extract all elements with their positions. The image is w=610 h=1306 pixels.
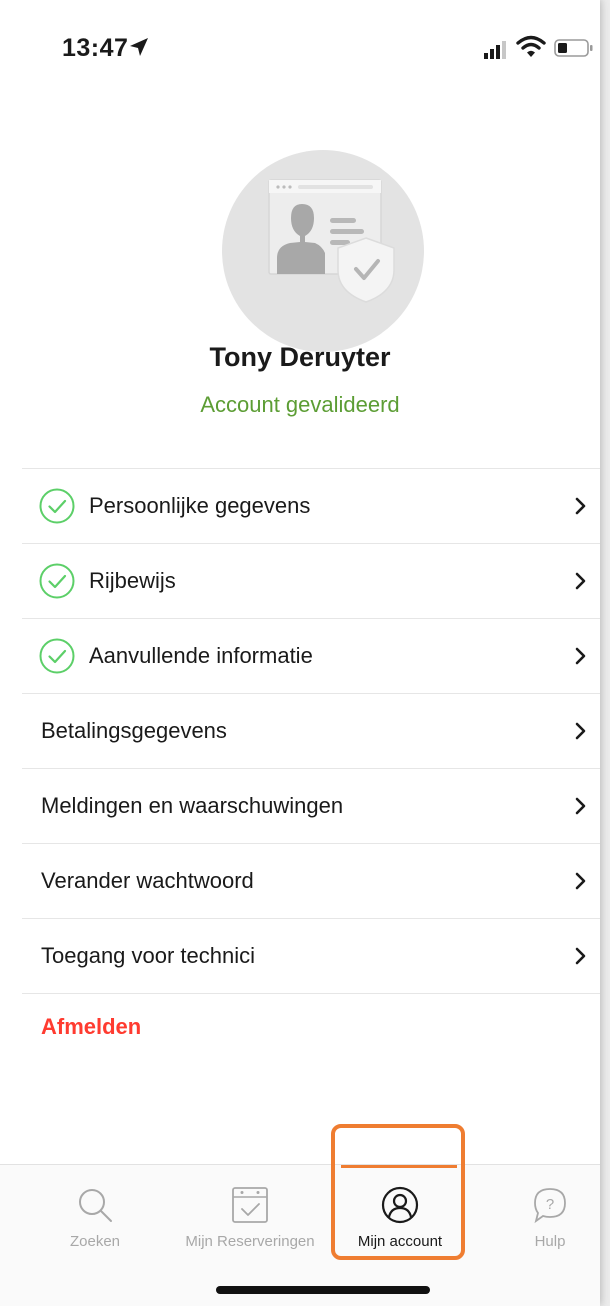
chevron-right-icon xyxy=(575,872,586,890)
menu-item-label: Rijbewijs xyxy=(89,568,176,593)
user-name: Tony Deruyter xyxy=(209,342,391,372)
menu-item-meldingen[interactable]: Meldingen en waarschuwingen xyxy=(22,769,600,844)
chevron-right-icon xyxy=(575,647,586,665)
chevron-right-icon xyxy=(575,947,586,965)
menu-item-label: Toegang voor technici xyxy=(41,943,256,968)
chevron-right-icon xyxy=(575,572,586,590)
menu-item-aanvullende-informatie[interactable]: Aanvullende informatie xyxy=(22,619,600,694)
profile-avatar xyxy=(222,150,424,352)
tab-hulp[interactable]: ? Hulp xyxy=(490,1165,600,1265)
tab-bar: Zoeken Mijn Reserveringen Mijn account ?… xyxy=(0,1164,600,1306)
tab-label: Mijn Reserveringen xyxy=(185,1233,315,1250)
search-icon xyxy=(79,1189,112,1222)
chevron-right-icon xyxy=(575,497,586,515)
status-bar: 13:47 xyxy=(0,0,600,100)
tab-label: Mijn account xyxy=(357,1233,443,1250)
check-circle-icon xyxy=(39,488,75,524)
account-status-label: Account gevalideerd xyxy=(200,392,400,417)
chevron-right-icon xyxy=(575,722,586,740)
phone-screen: 13:47 Tony Deruyter Account gevalideerd … xyxy=(0,0,600,1306)
menu-item-label: Aanvullende informatie xyxy=(89,643,313,668)
active-tab-indicator xyxy=(341,1165,457,1168)
tab-zoeken[interactable]: Zoeken xyxy=(40,1165,150,1265)
menu-item-verander-wachtwoord[interactable]: Verander wachtwoord xyxy=(22,844,600,919)
menu-item-label: Persoonlijke gegevens xyxy=(89,493,311,518)
menu-item-label: Verander wachtwoord xyxy=(41,868,254,893)
chevron-right-icon xyxy=(575,797,586,815)
calendar-check-icon xyxy=(232,1187,268,1223)
check-circle-icon xyxy=(39,563,75,599)
menu-item-rijbewijs[interactable]: Rijbewijs xyxy=(22,544,600,619)
check-circle-icon xyxy=(39,638,75,674)
user-circle-icon xyxy=(381,1186,419,1224)
menu-item-label: Betalingsgegevens xyxy=(41,718,227,743)
tab-mijn-reserveringen[interactable]: Mijn Reserveringen xyxy=(170,1165,330,1265)
battery-icon xyxy=(554,39,593,57)
help-bubble-icon: ? xyxy=(534,1188,566,1224)
menu-item-persoonlijke-gegevens[interactable]: Persoonlijke gegevens xyxy=(22,469,600,544)
tab-label: Hulp xyxy=(534,1233,566,1250)
account-menu: Persoonlijke gegevens Rijbewijs Aanvulle… xyxy=(22,468,600,994)
cellular-signal-icon xyxy=(484,41,506,59)
tab-mijn-account[interactable]: Mijn account xyxy=(331,1165,469,1265)
logout-button[interactable]: Afmelden xyxy=(41,1014,141,1040)
menu-item-label: Meldingen en waarschuwingen xyxy=(41,793,344,818)
location-arrow-icon xyxy=(130,38,148,56)
svg-text:?: ? xyxy=(546,1196,554,1213)
menu-item-betalingsgegevens[interactable]: Betalingsgegevens xyxy=(22,694,600,769)
id-card-shield-icon xyxy=(268,179,395,303)
status-time: 13:47 xyxy=(62,34,129,62)
wifi-icon xyxy=(516,35,546,57)
tab-label: Zoeken xyxy=(69,1233,121,1250)
menu-item-toegang-technici[interactable]: Toegang voor technici xyxy=(22,919,600,994)
home-indicator[interactable] xyxy=(216,1286,430,1294)
